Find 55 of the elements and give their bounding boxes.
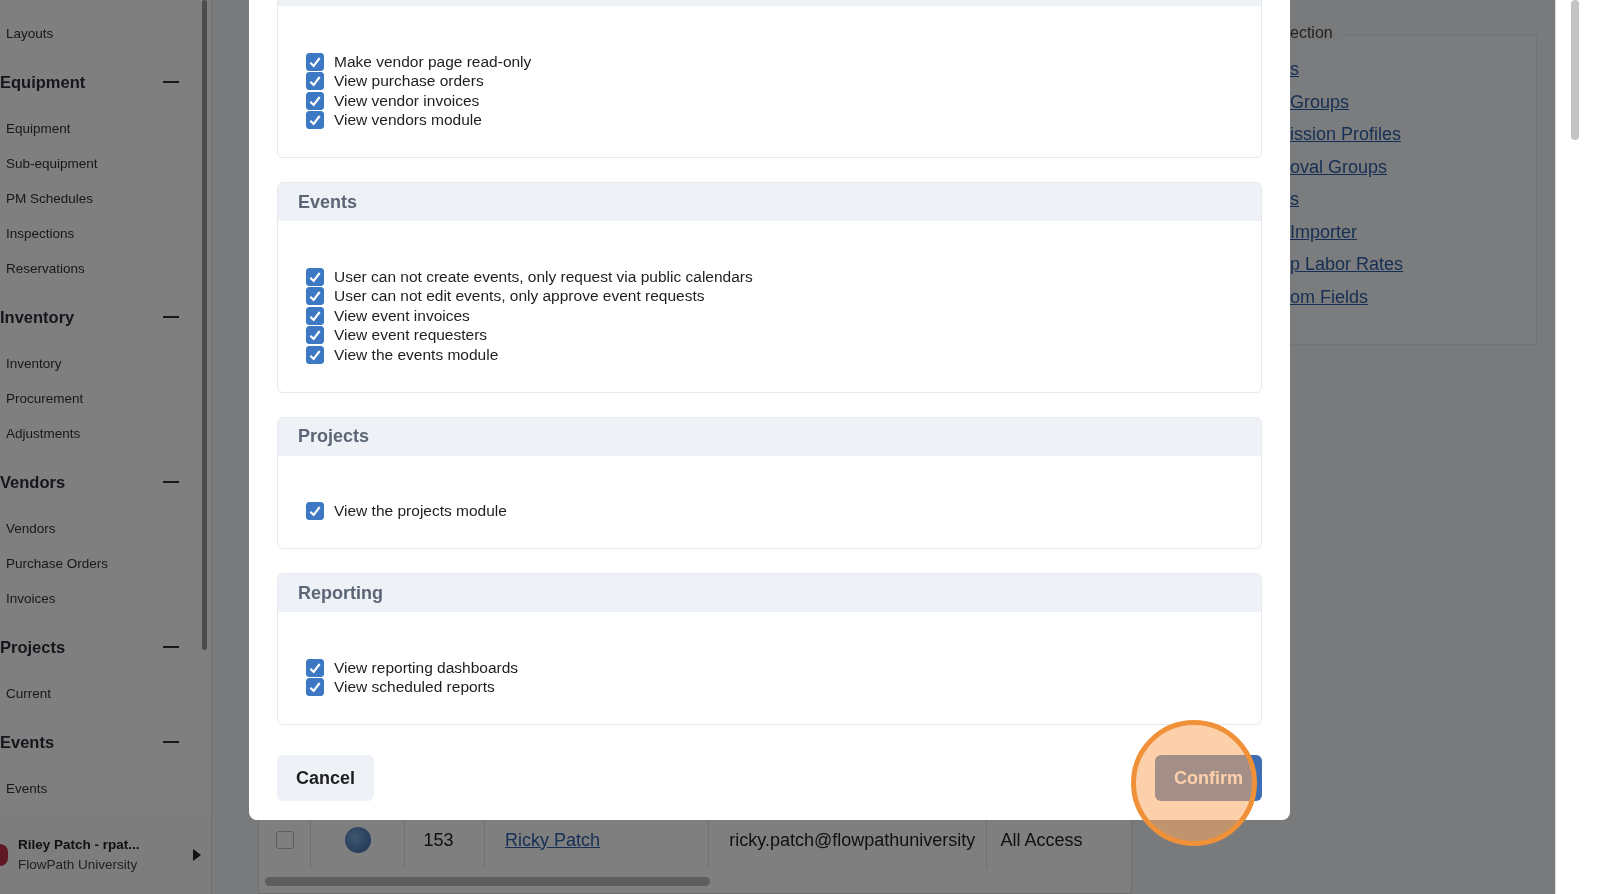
caret-icon[interactable]: [193, 848, 201, 861]
option-label: View the projects module: [334, 502, 507, 521]
sidebar-item[interactable]: Current: [0, 675, 211, 711]
user-link[interactable]: Ricky Patch: [505, 829, 601, 851]
settings-link[interactable]: oval Groups: [1290, 151, 1536, 184]
checkbox[interactable]: [306, 287, 324, 306]
checkbox[interactable]: [306, 72, 324, 91]
checkbox[interactable]: [306, 502, 324, 521]
sidebar-group-title[interactable]: Inventory: [0, 307, 75, 327]
option-label: User can not create events, only request via public calendars: [334, 267, 753, 286]
checkbox[interactable]: [306, 678, 324, 697]
sidebar-group-title[interactable]: Projects: [0, 637, 66, 657]
option-label: View vendor invoices: [334, 91, 480, 110]
table-cell: 153: [423, 829, 454, 851]
sidebar-item[interactable]: Events: [0, 770, 211, 806]
section-title: Events: [298, 191, 358, 213]
section-title: Projects: [298, 426, 370, 447]
table-cell: ricky.patch@flowpathuniversity: [729, 829, 976, 851]
organization-name: FlowPath University: [18, 857, 139, 872]
option-label: View purchase orders: [334, 72, 484, 91]
checkbox[interactable]: [306, 306, 324, 325]
scrollbar-thumb[interactable]: [1571, 0, 1579, 140]
user-name: Riley Patch - rpat...: [18, 837, 141, 852]
option-label: View the events module: [334, 345, 499, 364]
settings-link[interactable]: ission Profiles: [1290, 119, 1536, 152]
settings-link[interactable]: om Fields: [1290, 281, 1536, 314]
sidebar-group-title[interactable]: Events: [0, 732, 55, 752]
checkbox[interactable]: [306, 326, 324, 345]
checkbox[interactable]: [306, 91, 324, 110]
avatar-icon: [344, 827, 371, 853]
option-label: User can not edit events, only approve event requests: [334, 287, 705, 306]
option-label: View event invoices: [334, 306, 470, 325]
checkbox[interactable]: [306, 267, 324, 286]
table-cell: All Access: [1000, 829, 1083, 851]
settings-link[interactable]: Groups: [1290, 86, 1536, 119]
checkbox[interactable]: [306, 111, 324, 130]
checkbox[interactable]: [306, 52, 324, 71]
option-label: View reporting dashboards: [334, 658, 519, 677]
scrollbar-thumb[interactable]: [265, 876, 710, 886]
option-label: View event requesters: [334, 326, 488, 345]
section-title: Reporting: [298, 582, 383, 604]
sidebar-group-title[interactable]: Equipment: [0, 72, 86, 92]
avatar-icon: [0, 843, 8, 866]
settings-link[interactable]: s: [1290, 184, 1536, 217]
sidebar-group-title[interactable]: Vendors: [0, 472, 66, 492]
option-label: Make vendor page read-only: [334, 52, 532, 71]
checkbox[interactable]: [306, 345, 324, 364]
cancel-button[interactable]: Cancel: [277, 755, 375, 801]
settings-link[interactable]: p Labor Rates: [1290, 249, 1536, 282]
settings-link[interactable]: s: [1290, 54, 1536, 87]
row-checkbox[interactable]: [275, 831, 294, 849]
checkbox[interactable]: [306, 658, 324, 677]
option-label: View scheduled reports: [334, 678, 495, 697]
option-label: View vendors module: [334, 111, 482, 130]
settings-link[interactable]: Importer: [1290, 216, 1536, 249]
